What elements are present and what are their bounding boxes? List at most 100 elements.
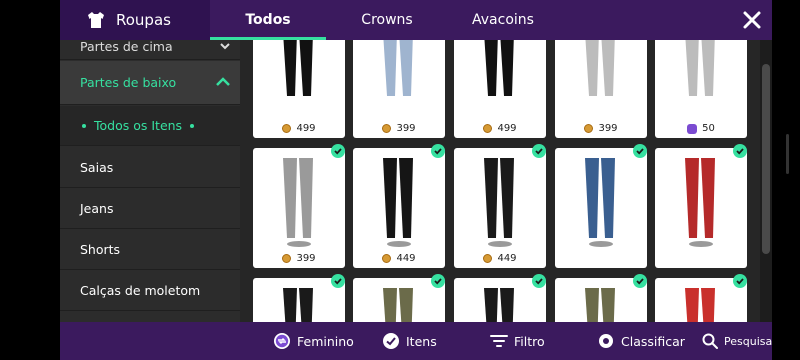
gender-swap-icon: [274, 333, 290, 349]
coin-icon: [382, 124, 392, 133]
item-price: 399: [353, 123, 445, 134]
chevron-up-icon: [216, 77, 230, 86]
sidebar-item-partes-de-cima[interactable]: Partes de cima: [60, 40, 240, 60]
coin-icon: [483, 124, 493, 133]
owned-checkmark-icon: [633, 274, 647, 288]
clothing-preview: [585, 158, 615, 247]
owned-checkmark-icon: [331, 274, 345, 288]
owned-checkmark-icon: [331, 144, 345, 158]
pesquisa-button[interactable]: Pesquisa: [702, 322, 772, 360]
sidebar-item-label: Calças de moletom: [80, 282, 201, 298]
sidebar-item-label: Jeans: [80, 200, 114, 216]
filtro-button[interactable]: Filtro: [490, 322, 545, 360]
owned-checkmark-icon: [532, 144, 546, 158]
bottom-toolbar: Feminino Itens Filtro Classificar Pesqui…: [60, 322, 772, 360]
item-card[interactable]: [555, 148, 647, 268]
scrollbar-thumb[interactable]: [762, 64, 770, 254]
category-sidebar: Partes de cima Partes de baixo Todos os …: [60, 40, 240, 322]
item-price: 449: [454, 253, 546, 264]
system-indicator: [786, 134, 789, 174]
owned-checkmark-icon: [733, 144, 747, 158]
item-card[interactable]: 449: [454, 148, 546, 268]
item-card[interactable]: 499: [454, 40, 546, 138]
sidebar-item-shorts[interactable]: Shorts: [60, 229, 240, 270]
filtro-label: Filtro: [514, 333, 545, 349]
tab-todos[interactable]: Todos: [210, 0, 326, 40]
gem-icon: [687, 123, 698, 134]
item-card[interactable]: [655, 148, 747, 268]
item-price: 449: [353, 253, 445, 264]
sort-gear-icon: [599, 334, 613, 348]
item-price: 499: [253, 123, 345, 134]
coin-icon: [483, 254, 493, 263]
clothing-preview: [685, 158, 715, 247]
feminino-button[interactable]: Feminino: [273, 322, 354, 360]
item-price: 499: [454, 123, 546, 134]
item-price: 50: [655, 123, 747, 134]
wardrobe-screen: Roupas Todos Crowns Avacoins Partes de c…: [0, 0, 800, 360]
tab-bar: Todos Crowns Avacoins: [210, 0, 558, 40]
coin-icon: [382, 254, 392, 263]
coin-icon: [584, 124, 594, 133]
tab-crowns[interactable]: Crowns: [326, 0, 448, 40]
item-grid: 499 399 499 399 50 399 449 449: [240, 40, 760, 322]
item-card[interactable]: 449: [353, 148, 445, 268]
price-value: 449: [396, 253, 416, 264]
item-card[interactable]: 50: [655, 40, 747, 138]
item-card[interactable]: 399: [353, 40, 445, 138]
sidebar-item-label: Shorts: [80, 241, 121, 257]
checkmark-circle-icon: [383, 333, 399, 349]
filter-icon: [490, 335, 508, 347]
top-bar: Roupas Todos Crowns Avacoins: [60, 0, 772, 40]
classificar-label: Classificar: [621, 333, 685, 349]
selected-dot: [82, 123, 86, 128]
sidebar-item-saias[interactable]: Saias: [60, 147, 240, 188]
price-value: 399: [598, 123, 618, 134]
owned-checkmark-icon: [733, 274, 747, 288]
owned-checkmark-icon: [532, 274, 546, 288]
clothing-preview: [383, 158, 413, 247]
sidebar-item-partes-de-baixo[interactable]: Partes de baixo: [60, 61, 240, 105]
price-value: 449: [497, 253, 517, 264]
close-icon[interactable]: [738, 6, 766, 34]
sidebar-item-label: Todos os Itens: [94, 118, 183, 133]
sidebar-item-todos-os-itens[interactable]: Todos os Itens: [60, 106, 240, 146]
owned-checkmark-icon: [633, 144, 647, 158]
sidebar-item-label: Partes de baixo: [80, 75, 177, 90]
coin-icon: [282, 124, 292, 133]
selected-dot: [190, 123, 195, 128]
screen-bezel-right: [772, 0, 800, 360]
section-header: Roupas: [60, 0, 210, 40]
price-value: 499: [497, 123, 517, 134]
owned-checkmark-icon: [431, 144, 445, 158]
sidebar-item-jeans[interactable]: Jeans: [60, 188, 240, 229]
classificar-button[interactable]: Classificar: [597, 322, 685, 360]
screen-bezel-left: [0, 0, 60, 360]
itens-label: Itens: [406, 333, 437, 349]
sidebar-item-label: Saias: [80, 159, 114, 175]
item-price: 399: [253, 253, 345, 264]
item-card[interactable]: 399: [555, 40, 647, 138]
clothing-preview: [484, 158, 514, 247]
feminino-label: Feminino: [297, 333, 354, 349]
itens-button[interactable]: Itens: [382, 322, 437, 360]
price-value: 50: [702, 123, 715, 134]
item-card[interactable]: 499: [253, 40, 345, 138]
item-card[interactable]: 399: [253, 148, 345, 268]
tab-avacoins[interactable]: Avacoins: [448, 0, 558, 40]
item-price: 399: [555, 123, 647, 134]
clothing-preview: [283, 158, 313, 247]
shirt-icon: [88, 12, 104, 28]
chevron-down-icon: [220, 43, 230, 50]
pesquisa-label: Pesquisa: [724, 334, 773, 348]
grid-scrollbar[interactable]: [760, 40, 772, 322]
owned-checkmark-icon: [431, 274, 445, 288]
price-value: 499: [296, 123, 316, 134]
search-icon: [702, 333, 718, 349]
sidebar-item-label: Partes de cima: [80, 40, 173, 54]
price-value: 399: [396, 123, 416, 134]
coin-icon: [282, 254, 292, 263]
price-value: 399: [296, 253, 316, 264]
sidebar-item-calcas-de-moletom[interactable]: Calças de moletom: [60, 270, 240, 311]
section-title: Roupas: [116, 11, 171, 29]
